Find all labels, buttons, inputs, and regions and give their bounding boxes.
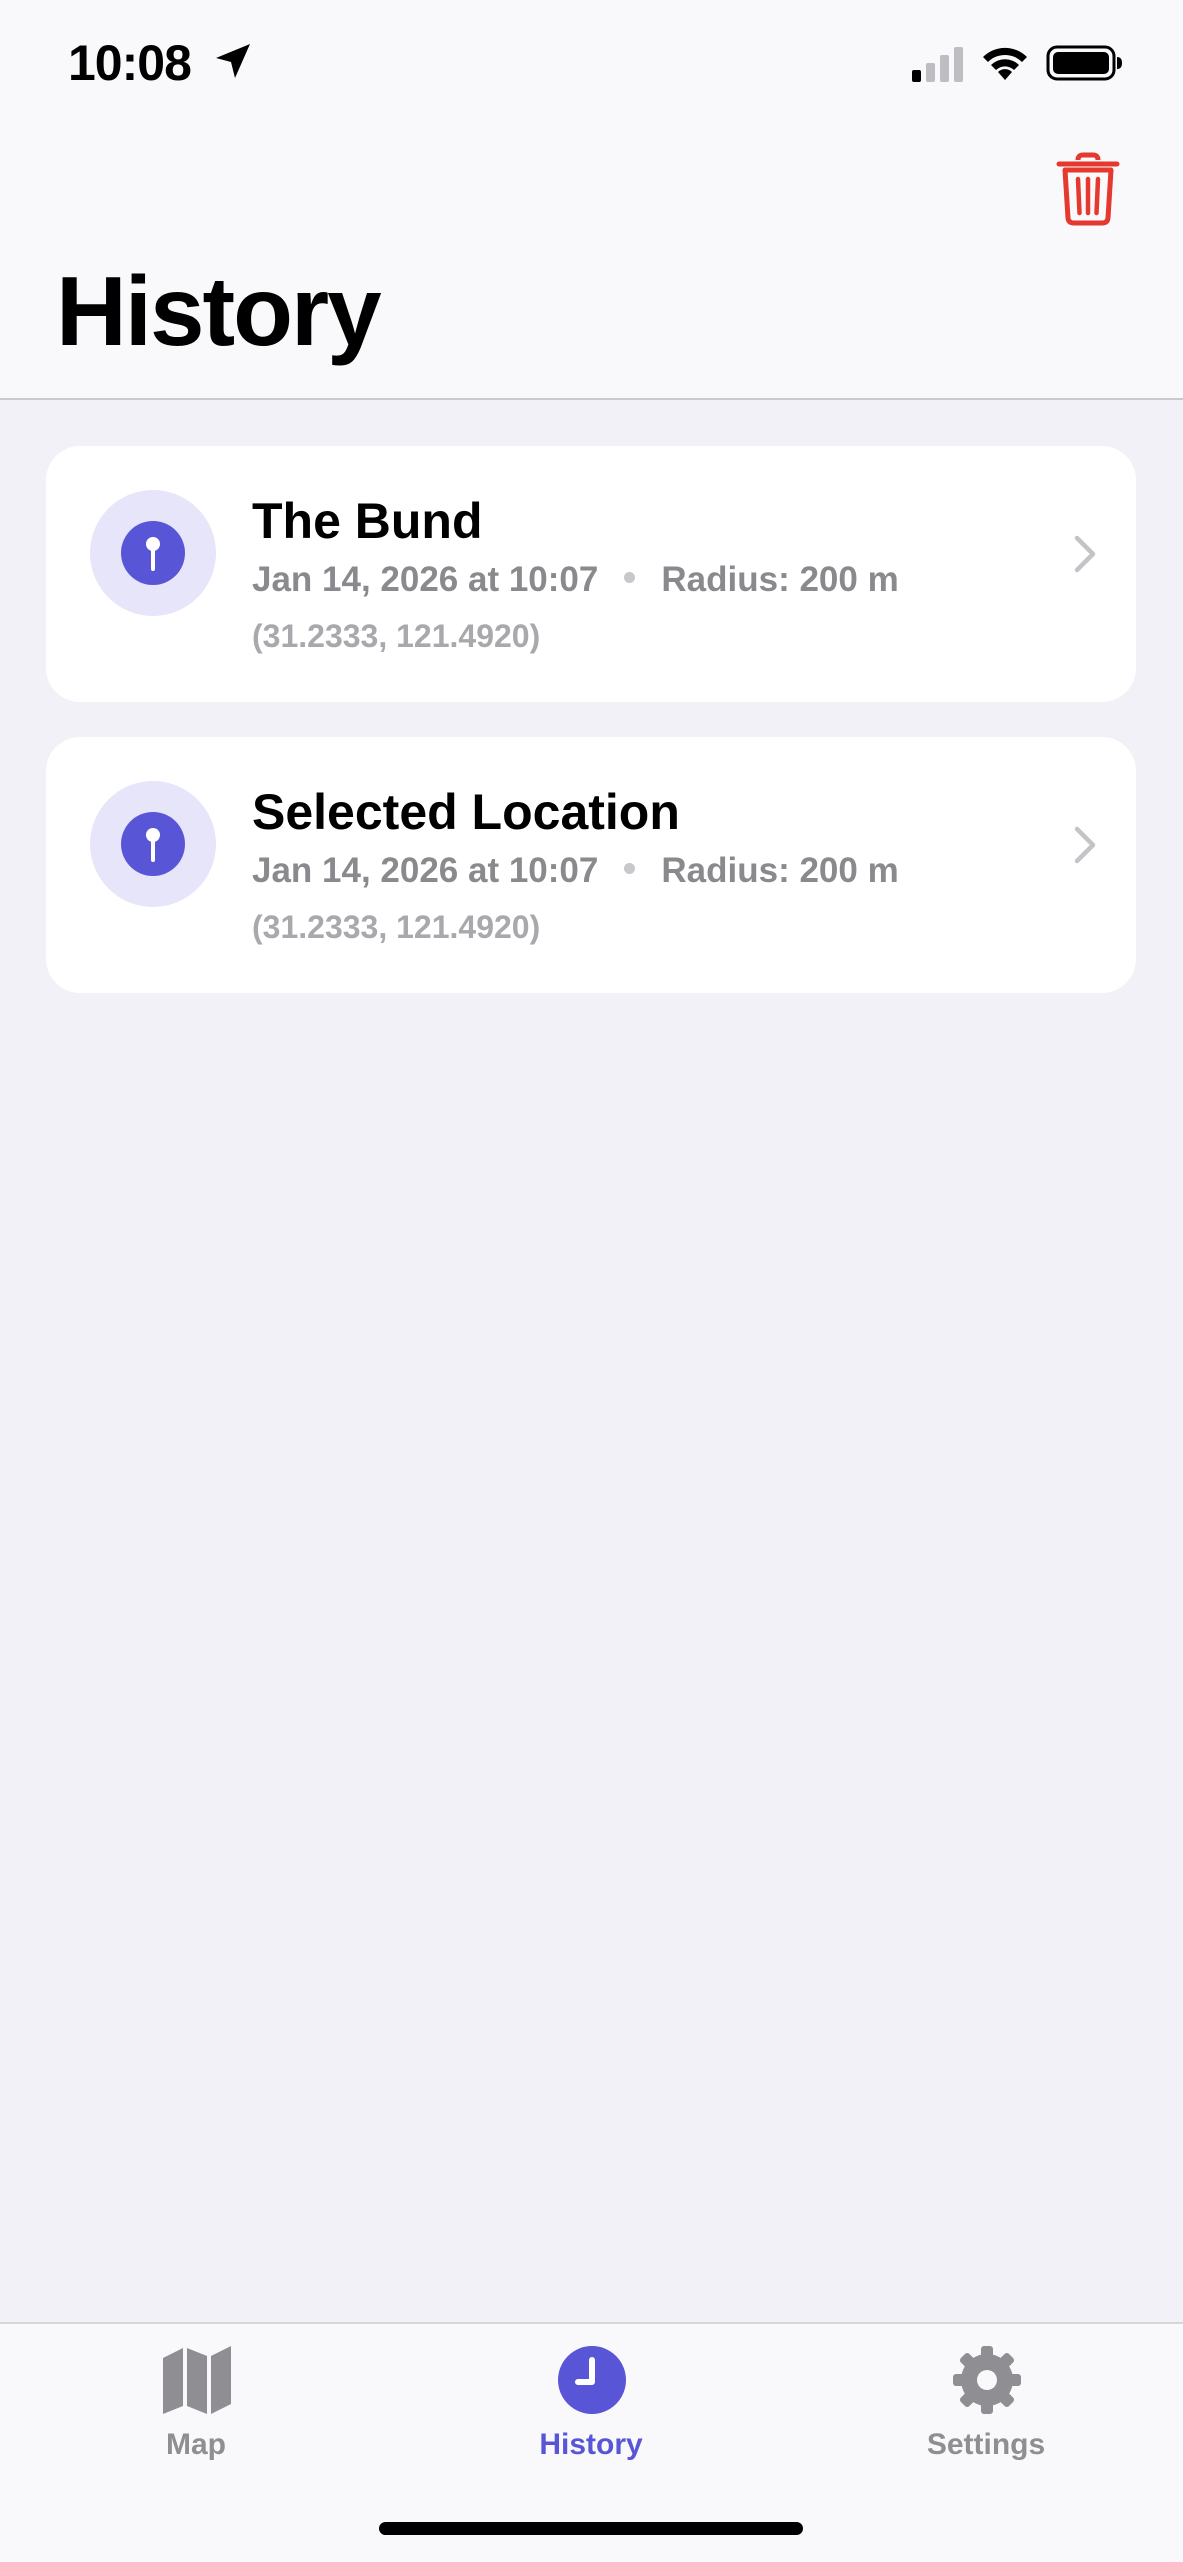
history-item-radius: Radius: 200 m [661,560,899,599]
pin-icon [121,812,185,876]
battery-icon [1046,45,1122,81]
tab-history[interactable]: History [471,2324,711,2474]
history-item-selected-location[interactable]: Selected Location Jan 14, 2026 at 10:07 R… [46,737,1136,993]
status-time: 10:08 [68,35,192,91]
separator-dot [624,863,636,875]
separator-dot [624,572,636,584]
tab-map[interactable]: Map [76,2324,316,2474]
home-indicator [379,2522,803,2535]
pin-icon-badge [90,490,216,616]
page-title: History [56,256,382,366]
pin-icon [121,521,185,585]
history-item-coords: (31.2333, 121.4920) [252,618,541,654]
history-item-title: Selected Location [252,784,680,840]
tab-settings[interactable]: Settings [866,2324,1106,2474]
history-item-meta: Jan 14, 2026 at 10:07 Radius: 200 m [252,560,899,600]
history-item-date: Jan 14, 2026 at 10:07 [252,560,599,599]
cellular-signal-icon [912,47,963,82]
history-item-the-bund[interactable]: The Bund Jan 14, 2026 at 10:07 Radius: 20… [46,446,1136,702]
history-item-title: The Bund [252,493,483,549]
location-arrow-icon [216,44,250,78]
tab-label: Settings [926,2428,1046,2461]
pin-icon-badge [90,781,216,907]
trash-icon[interactable] [1056,152,1120,226]
clock-icon [558,2346,626,2414]
tab-label: History [539,2428,643,2461]
chevron-right-icon [1074,826,1096,864]
map-icon [163,2346,231,2414]
wifi-icon [983,47,1027,80]
tab-label: Map [166,2428,226,2461]
history-item-date: Jan 14, 2026 at 10:07 [252,851,599,890]
history-item-radius: Radius: 200 m [661,851,899,890]
chevron-right-icon [1074,535,1096,573]
history-item-coords: (31.2333, 121.4920) [252,909,541,945]
top-area: 10:08 History [0,0,1183,400]
history-item-meta: Jan 14, 2026 at 10:07 Radius: 200 m [252,851,899,891]
gear-icon [953,2346,1021,2414]
